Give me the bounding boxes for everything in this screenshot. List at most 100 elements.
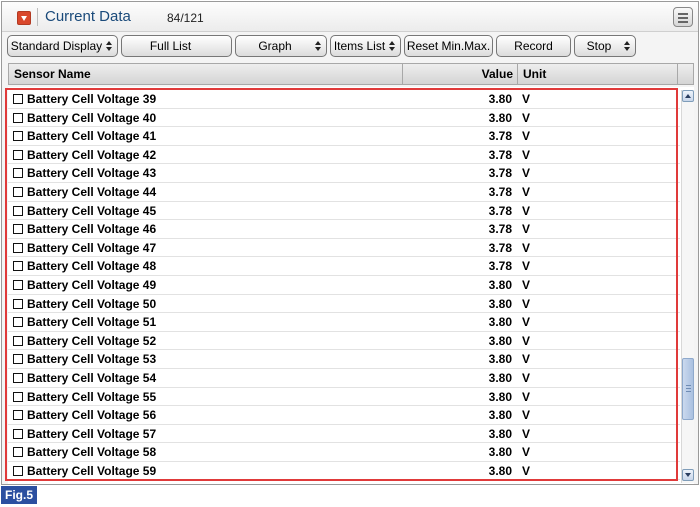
row-checkbox[interactable] (13, 242, 23, 253)
table-row[interactable]: Battery Cell Voltage 49 3.80 V (8, 276, 680, 295)
sensor-unit: V (522, 184, 531, 199)
full-list-select[interactable]: Full List (121, 35, 232, 57)
current-data-window: Current Data 84/121 Standard Display Ful… (1, 1, 699, 485)
row-checkbox[interactable] (13, 224, 23, 235)
table-row[interactable]: Battery Cell Voltage 58 3.80 V (8, 443, 680, 462)
table-row[interactable]: Battery Cell Voltage 56 3.80 V (8, 406, 680, 425)
sensor-value: 3.78 (488, 184, 512, 199)
table-row[interactable]: Battery Cell Voltage 54 3.80 V (8, 369, 680, 388)
row-checkbox[interactable] (13, 447, 23, 458)
sensor-value: 3.78 (488, 147, 512, 162)
table-row[interactable]: Battery Cell Voltage 43 3.78 V (8, 164, 680, 183)
table-row[interactable]: Battery Cell Voltage 50 3.80 V (8, 295, 680, 314)
scroll-up-arrow-icon[interactable] (682, 90, 694, 102)
row-checkbox[interactable] (13, 428, 23, 439)
scroll-down-arrow-icon[interactable] (682, 469, 694, 481)
table-row[interactable]: Battery Cell Voltage 57 3.80 V (8, 425, 680, 444)
sensor-value: 3.80 (488, 296, 512, 311)
record-label: Record (514, 39, 553, 53)
sensor-unit: V (522, 166, 531, 181)
row-checkbox[interactable] (13, 410, 23, 421)
sensor-unit: V (522, 445, 531, 460)
row-checkbox[interactable] (13, 112, 23, 123)
items-list-select[interactable]: Items List (330, 35, 401, 57)
table-row[interactable]: Battery Cell Voltage 59 3.80 V (8, 462, 680, 481)
vertical-scrollbar[interactable] (681, 90, 694, 483)
column-header-value[interactable]: Value (403, 64, 513, 84)
updown-arrows-icon (315, 41, 322, 52)
table-row[interactable]: Battery Cell Voltage 42 3.78 V (8, 146, 680, 165)
row-checkbox[interactable] (13, 354, 23, 365)
record-button[interactable]: Record (496, 35, 571, 57)
sensor-unit: V (522, 426, 531, 441)
table-row[interactable]: Battery Cell Voltage 47 3.78 V (8, 239, 680, 258)
sensor-unit: V (522, 408, 531, 423)
table-row[interactable]: Battery Cell Voltage 51 3.80 V (8, 313, 680, 332)
row-checkbox[interactable] (13, 279, 23, 290)
sensor-name: Battery Cell Voltage 54 (27, 370, 157, 385)
row-checkbox[interactable] (13, 372, 23, 383)
table-row[interactable]: Battery Cell Voltage 39 3.80 V (8, 90, 680, 109)
sensor-unit: V (522, 352, 531, 367)
sensor-name: Battery Cell Voltage 51 (27, 315, 157, 330)
table-row[interactable]: Battery Cell Voltage 40 3.80 V (8, 109, 680, 128)
row-checkbox[interactable] (13, 261, 23, 272)
sensor-unit: V (522, 110, 531, 125)
sensor-unit: V (522, 277, 531, 292)
item-count: 84/121 (167, 11, 204, 25)
stop-select[interactable]: Stop (574, 35, 636, 57)
sensor-rows: Battery Cell Voltage 39 3.80 V Battery Cell… (8, 90, 680, 481)
sensor-name: Battery Cell Voltage 50 (27, 296, 157, 311)
sensor-unit: V (522, 147, 531, 162)
scrollbar-thumb[interactable] (682, 358, 694, 420)
title-divider (37, 8, 38, 26)
table-row[interactable]: Battery Cell Voltage 45 3.78 V (8, 202, 680, 221)
row-checkbox[interactable] (13, 94, 23, 104)
menu-icon[interactable] (673, 7, 693, 27)
table-row[interactable]: Battery Cell Voltage 55 3.80 V (8, 388, 680, 407)
sensor-unit: V (522, 315, 531, 330)
sensor-unit: V (522, 203, 531, 218)
sensor-name: Battery Cell Voltage 55 (27, 389, 157, 404)
sensor-unit: V (522, 92, 531, 106)
collapse-arrow-icon[interactable] (17, 11, 31, 25)
table-row[interactable]: Battery Cell Voltage 46 3.78 V (8, 220, 680, 239)
row-checkbox[interactable] (13, 149, 23, 160)
row-checkbox[interactable] (13, 168, 23, 179)
column-header-unit[interactable]: Unit (523, 64, 546, 84)
column-header-sensor-name[interactable]: Sensor Name (14, 64, 91, 84)
sensor-name: Battery Cell Voltage 48 (27, 259, 157, 274)
table-row[interactable]: Battery Cell Voltage 53 3.80 V (8, 350, 680, 369)
row-checkbox[interactable] (13, 391, 23, 402)
sensor-value: 3.80 (488, 389, 512, 404)
sensor-name: Battery Cell Voltage 47 (27, 240, 157, 255)
sensor-value: 3.78 (488, 222, 512, 237)
sensor-value: 3.78 (488, 240, 512, 255)
reset-min-max-button[interactable]: Reset Min.Max. (404, 35, 493, 57)
sensor-value: 3.80 (488, 408, 512, 423)
graph-select[interactable]: Graph (235, 35, 327, 57)
row-checkbox[interactable] (13, 317, 23, 328)
sensor-name: Battery Cell Voltage 56 (27, 408, 157, 423)
table-row[interactable]: Battery Cell Voltage 48 3.78 V (8, 257, 680, 276)
updown-arrows-icon (106, 41, 113, 52)
standard-display-label: Standard Display (10, 39, 103, 53)
row-checkbox[interactable] (13, 298, 23, 309)
standard-display-select[interactable]: Standard Display (7, 35, 118, 57)
sensor-name: Battery Cell Voltage 44 (27, 184, 157, 199)
sensor-name: Battery Cell Voltage 42 (27, 147, 157, 162)
table-row[interactable]: Battery Cell Voltage 52 3.80 V (8, 332, 680, 351)
table-header: Sensor Name Value Unit (8, 63, 694, 85)
sensor-value: 3.80 (488, 426, 512, 441)
table-row[interactable]: Battery Cell Voltage 41 3.78 V (8, 127, 680, 146)
sensor-name: Battery Cell Voltage 40 (27, 110, 157, 125)
row-checkbox[interactable] (13, 131, 23, 142)
row-checkbox[interactable] (13, 186, 23, 197)
row-checkbox[interactable] (13, 335, 23, 346)
table-row[interactable]: Battery Cell Voltage 44 3.78 V (8, 183, 680, 202)
row-checkbox[interactable] (13, 205, 23, 216)
stop-label: Stop (586, 39, 612, 53)
row-checkbox[interactable] (13, 465, 23, 476)
updown-arrows-icon (389, 41, 396, 52)
sensor-unit: V (522, 129, 531, 144)
